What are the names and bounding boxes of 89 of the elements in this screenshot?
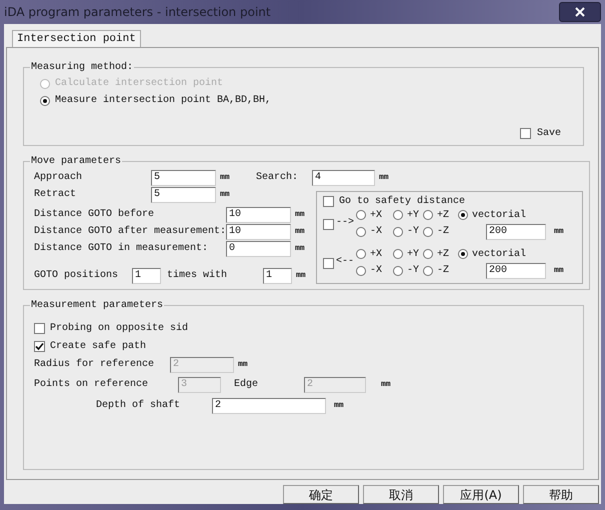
unit-label: mm (381, 380, 391, 389)
unit-label: mm (238, 360, 248, 369)
checkbox[interactable] (323, 258, 334, 269)
field-label: Distance GOTO in measurement: (34, 243, 210, 254)
option-label: Calculate intersection point (55, 78, 224, 89)
option-label: +Y (407, 248, 420, 260)
group-title: Move parameters (30, 156, 122, 167)
arrow-label: <-- (336, 256, 356, 267)
dialog-button[interactable]: 取消 (363, 485, 439, 504)
checkbox[interactable] (34, 340, 45, 352)
arrow-label: --> (336, 217, 356, 228)
field-label: Search: (256, 172, 300, 183)
field-label: GOTO positions (34, 270, 120, 281)
checkbox[interactable] (34, 322, 45, 334)
unit-label: mm (554, 227, 564, 236)
option-label: -X (370, 226, 382, 237)
radio-button[interactable] (423, 210, 433, 220)
radio-button[interactable] (423, 249, 433, 259)
radio-button[interactable] (423, 266, 433, 276)
option-label: -Y (407, 226, 420, 237)
input-field[interactable]: 5 (151, 170, 216, 186)
group-title: Measuring method: (30, 62, 134, 73)
checkbox[interactable] (323, 196, 334, 206)
option-label: +X (370, 210, 382, 220)
unit-label: mm (295, 227, 305, 236)
option-label: +X (370, 248, 382, 260)
checkbox-label: Go to safety distance (339, 196, 466, 206)
radio-button[interactable] (40, 96, 50, 106)
option-label: -Z (437, 265, 450, 276)
group-title: Measurement parameters (30, 300, 164, 311)
option-label: -Y (407, 265, 420, 276)
option-label: vectorial (472, 248, 526, 260)
close-button[interactable] (559, 2, 601, 22)
field-label: Retract (34, 189, 78, 200)
field-label: Edge (234, 379, 260, 390)
option-label: -Z (437, 226, 450, 237)
radio-button[interactable] (356, 210, 366, 220)
input-field[interactable]: 10 (226, 224, 291, 240)
unit-label: mm (296, 271, 306, 280)
input-field[interactable]: 5 (151, 186, 216, 202)
unit-label: mm (554, 266, 564, 275)
checkbox-label: Create safe path (50, 340, 146, 352)
radio-button[interactable] (356, 249, 366, 259)
radio-button[interactable] (393, 266, 403, 276)
dialog-button[interactable]: 应用(A) (443, 485, 519, 504)
option-label: +Z (437, 210, 450, 220)
tab[interactable]: Intersection point (12, 30, 141, 47)
radio-button[interactable] (423, 226, 433, 236)
checkbox-label: Save (536, 128, 561, 139)
checkbox[interactable] (520, 128, 531, 139)
unit-label: mm (220, 190, 230, 199)
checkbox-label: Probing on opposite sid (50, 322, 188, 334)
input-field[interactable]: 200 (486, 262, 546, 278)
input-field[interactable]: 0 (226, 240, 291, 256)
checkbox[interactable] (323, 219, 334, 230)
unit-label: mm (295, 210, 305, 219)
unit-label: mm (379, 173, 389, 182)
field-label: Distance GOTO before (34, 209, 156, 220)
field-label: times with (167, 270, 228, 281)
option-label: vectorial (472, 210, 526, 220)
radio-button[interactable] (393, 226, 403, 236)
input-field[interactable]: 4 (312, 170, 375, 186)
input-field[interactable]: 2 (212, 398, 326, 414)
input-field[interactable]: 10 (226, 206, 291, 222)
field-label: Depth of shaft (96, 400, 182, 411)
radio-button[interactable] (393, 210, 403, 220)
field-label: Distance GOTO after measurement: (34, 226, 226, 237)
radio-button[interactable] (356, 266, 366, 276)
radio-button[interactable] (393, 249, 403, 259)
radio-button[interactable] (356, 226, 366, 236)
unit-label: mm (220, 173, 231, 182)
field-label: Points on reference (34, 379, 150, 390)
dialog-button[interactable]: 确定 (283, 485, 359, 504)
input-field[interactable]: 1 (263, 268, 292, 284)
option-label: -X (370, 265, 382, 276)
dialog-button[interactable]: 帮助 (523, 485, 599, 504)
field-label: Radius for reference (34, 359, 156, 370)
radio-button[interactable] (458, 249, 468, 259)
radio-button[interactable] (458, 210, 468, 220)
option-label: +Z (437, 248, 450, 260)
option-label: Measure intersection point BA,BD,BH, (55, 95, 272, 106)
input-field[interactable]: 200 (486, 224, 546, 240)
window-title: iDA program parameters - intersection point (4, 5, 271, 19)
field-label: Approach (34, 172, 84, 183)
option-label: +Y (407, 210, 420, 220)
close-icon (575, 7, 585, 17)
unit-label: mm (295, 244, 305, 253)
input-field[interactable]: 1 (132, 268, 161, 284)
unit-label: mm (334, 401, 344, 410)
